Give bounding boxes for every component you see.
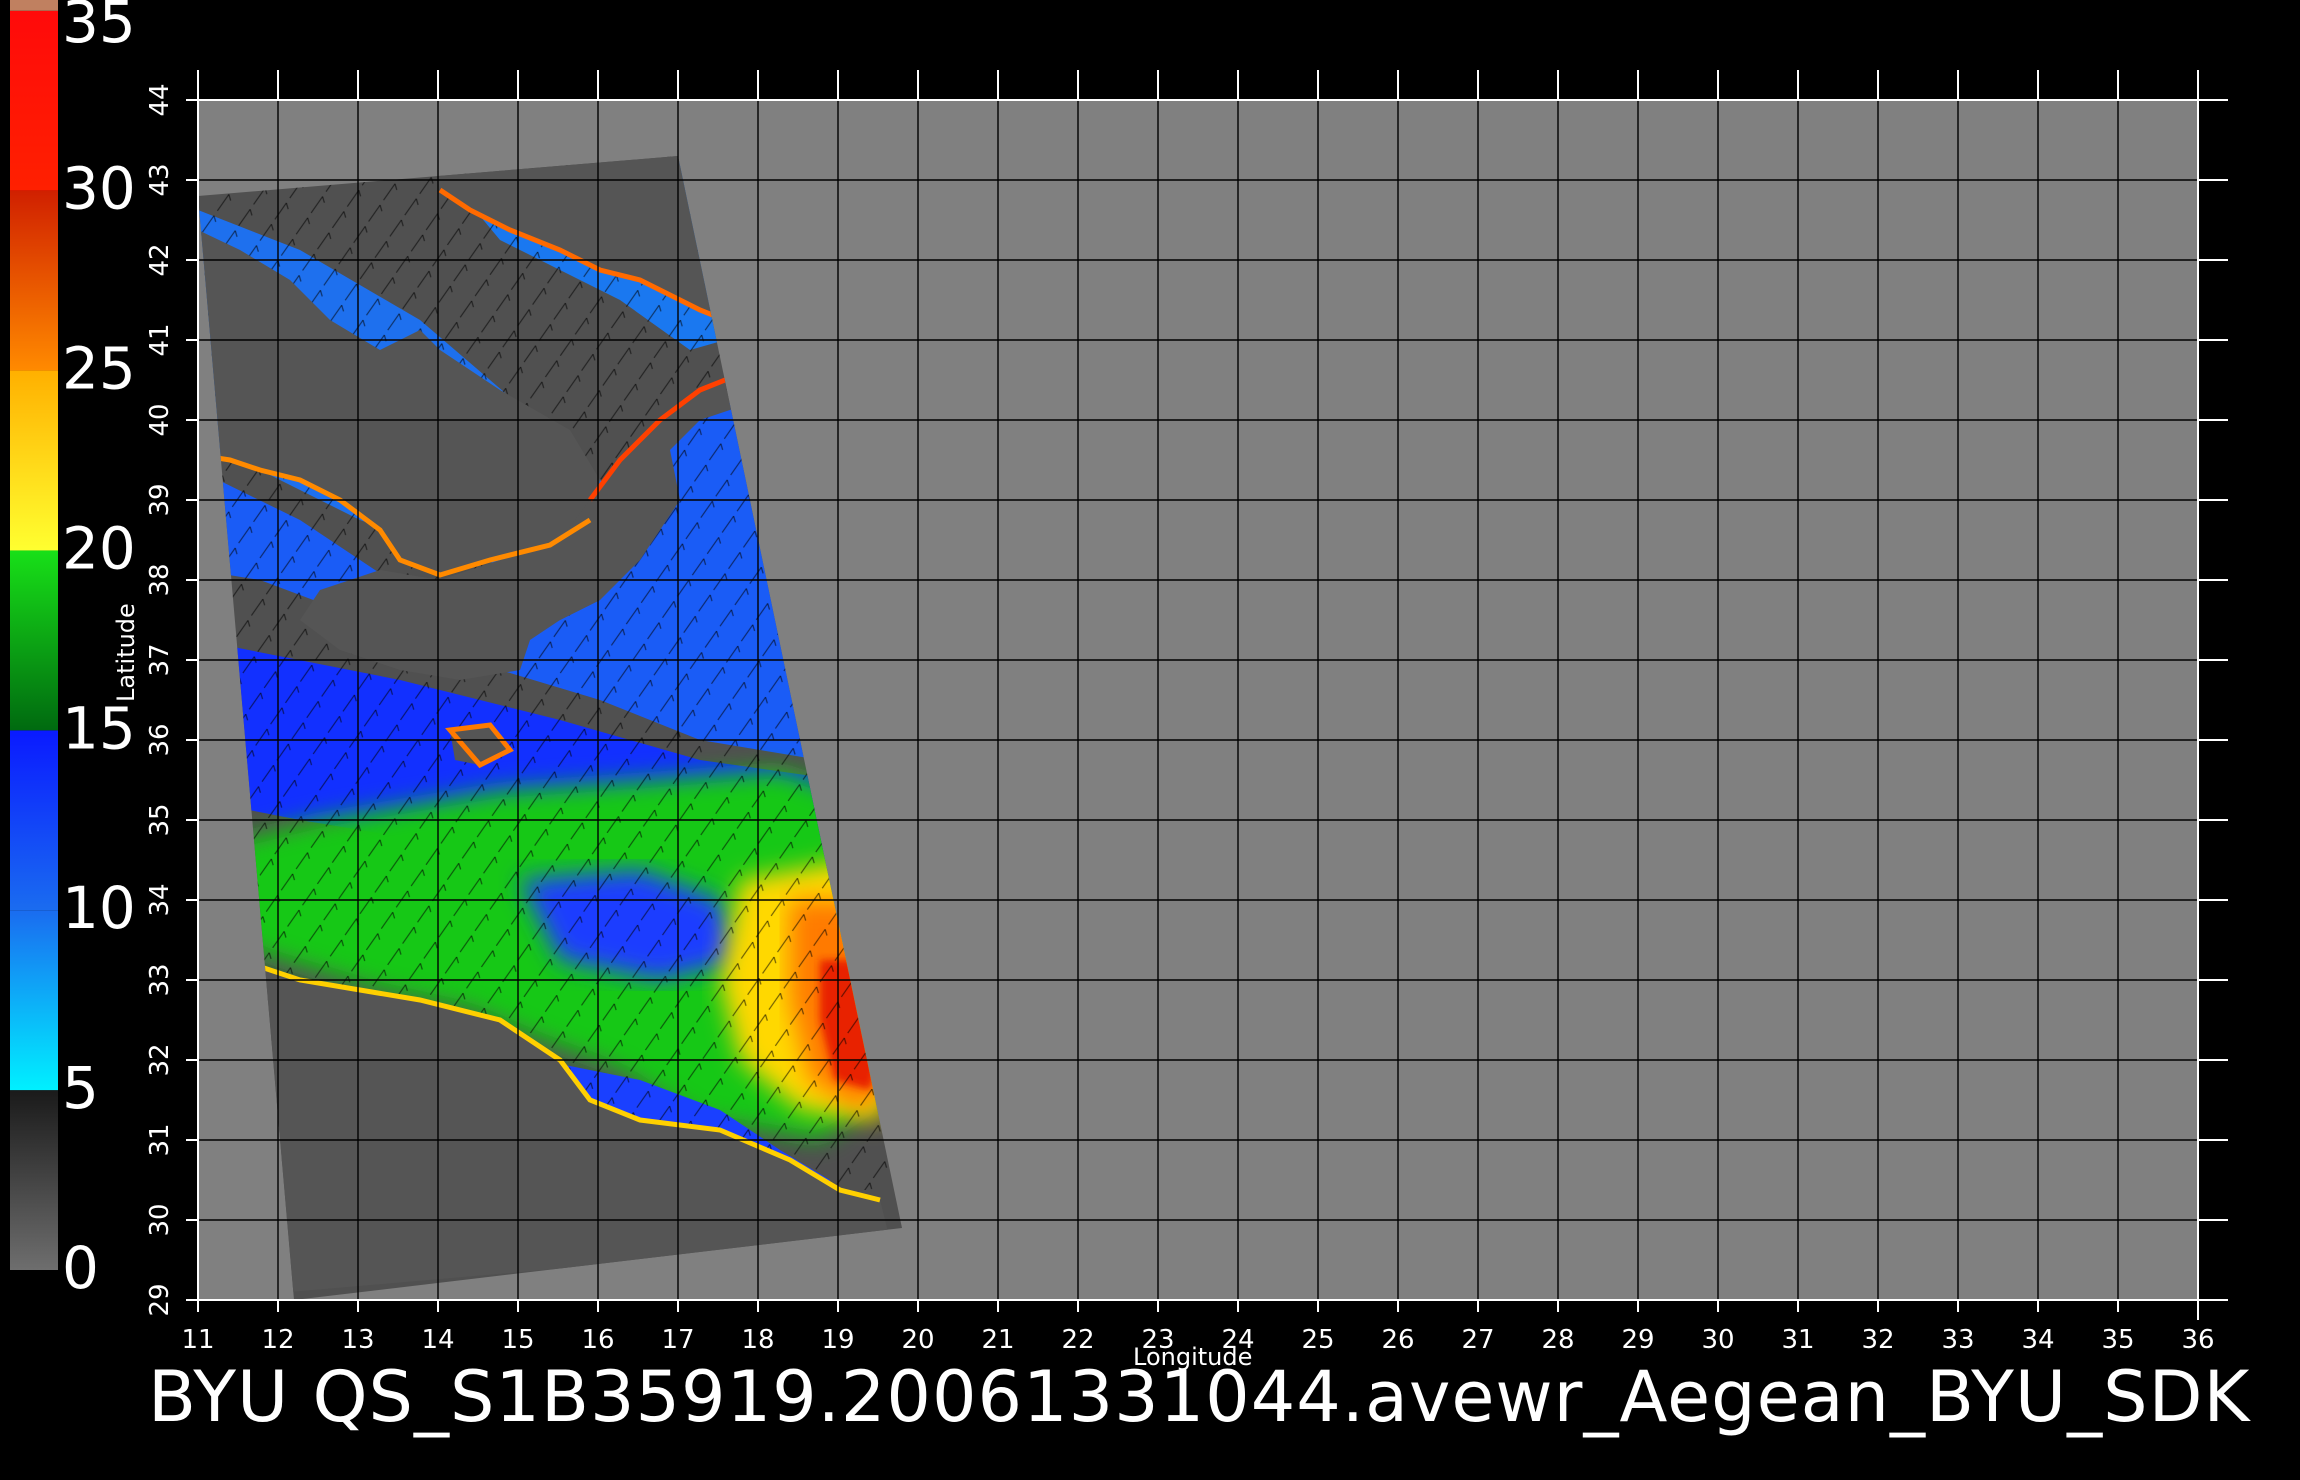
y-tick-label: 32	[145, 1043, 175, 1076]
x-tick-label: 26	[1381, 1325, 1414, 1355]
x-tick-label: 12	[261, 1325, 294, 1355]
colorbar-band-30-35	[10, 10, 58, 191]
colorbar-band-35-36	[10, 0, 58, 11]
x-tick-label: 30	[1701, 1325, 1734, 1355]
colorbar-band-15-20	[10, 550, 58, 731]
image-caption: BYU QS_S1B35919.20061331044.avewr_Aegean…	[148, 1356, 2251, 1438]
y-tick-label: 44	[145, 83, 175, 116]
x-tick-label: 13	[341, 1325, 374, 1355]
x-tick-label: 22	[1061, 1325, 1094, 1355]
y-tick-label: 41	[145, 323, 175, 356]
y-tick-label: 43	[145, 163, 175, 196]
x-tick-label: 27	[1461, 1325, 1494, 1355]
x-tick-label: 16	[581, 1325, 614, 1355]
x-tick-label: 29	[1621, 1325, 1654, 1355]
colorbar-tick-label: 30	[62, 155, 136, 223]
x-tick-label: 25	[1301, 1325, 1334, 1355]
y-tick-label: 33	[145, 963, 175, 996]
x-tick-label: 21	[981, 1325, 1014, 1355]
x-tick-label: 18	[741, 1325, 774, 1355]
x-tick-label: 36	[2181, 1325, 2214, 1355]
y-axis-label: Latitude	[112, 603, 140, 702]
colorbar-tick-label: 10	[62, 874, 136, 942]
colorbar-band-10-15	[10, 730, 58, 911]
colorbar-tick-label: 35	[62, 0, 136, 56]
colorbar-band-0-5	[10, 1090, 58, 1270]
x-tick-label: 11	[181, 1325, 214, 1355]
y-tick-label: 29	[145, 1283, 175, 1316]
x-tick-label: 34	[2021, 1325, 2054, 1355]
colorbar-band-5-10	[10, 910, 58, 1091]
x-tick-label: 28	[1541, 1325, 1574, 1355]
y-tick-label: 30	[145, 1203, 175, 1236]
x-tick-label: 20	[901, 1325, 934, 1355]
colorbar-band-20-25	[10, 370, 58, 551]
y-tick-label: 40	[145, 403, 175, 436]
y-tick-label: 39	[145, 483, 175, 516]
x-tick-label: 35	[2101, 1325, 2134, 1355]
x-tick-label: 32	[1861, 1325, 1894, 1355]
wind-speed-map: 0 5 10 15 20 25 30 35 11 12 13 14 15 16 17 18 1…	[10, 0, 2228, 1355]
y-tick-label: 34	[145, 883, 175, 916]
y-tick-label: 38	[145, 563, 175, 596]
x-tick-label: 15	[501, 1325, 534, 1355]
x-tick-label: 33	[1941, 1325, 1974, 1355]
colorbar-band-25-30	[10, 190, 58, 371]
y-tick-label: 35	[145, 803, 175, 836]
y-tick-label: 37	[145, 643, 175, 676]
x-tick-label: 19	[821, 1325, 854, 1355]
x-tick-label: 31	[1781, 1325, 1814, 1355]
x-tick-label: 17	[661, 1325, 694, 1355]
colorbar-tick-label: 15	[62, 694, 136, 762]
x-tick-label: 14	[421, 1325, 454, 1355]
colorbar-tick-label: 20	[62, 514, 136, 582]
colorbar-tick-label: 25	[62, 335, 136, 403]
y-tick-label: 31	[145, 1123, 175, 1156]
colorbar-tick-label: 5	[62, 1054, 99, 1122]
y-tick-label: 42	[145, 243, 175, 276]
y-tick-label: 36	[145, 723, 175, 756]
colorbar-tick-label: 0	[62, 1234, 99, 1302]
